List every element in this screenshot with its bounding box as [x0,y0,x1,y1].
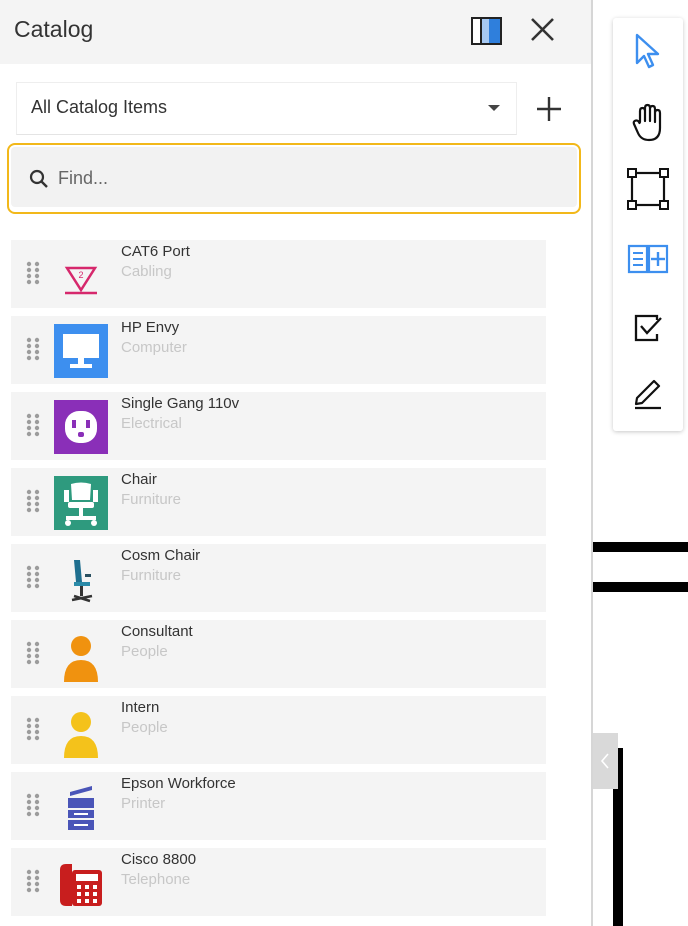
item-category: People [121,719,168,736]
edit-tool-button[interactable] [627,370,669,412]
item-category: Electrical [121,415,182,432]
tool-palette [613,18,683,431]
chevron-left-icon [600,753,609,769]
outlet-icon [54,400,108,454]
wall-line [593,582,688,592]
printer-icon [68,786,94,830]
select-tool-button[interactable] [627,30,669,72]
person-yellow-icon [64,712,98,758]
svg-text:2: 2 [78,270,83,280]
item-category: Furniture [121,567,182,584]
item-name: HP Envy [121,319,180,336]
list-item[interactable]: Single Gang 110v Electrical [11,392,546,460]
rectangle-tool-button[interactable] [627,168,669,210]
item-name: Epson Workforce [121,775,236,792]
monitor-icon [54,324,108,378]
panel-header: Catalog [0,0,591,64]
item-category: Cabling [121,263,172,280]
close-button[interactable] [526,12,560,48]
person-orange-icon [64,636,98,682]
list-item[interactable]: Epson Workforce Printer [11,772,546,840]
hand-icon [632,103,662,142]
check-square-icon [634,314,662,342]
cursor-icon [635,33,660,69]
drag-handle-icon[interactable] [25,640,41,666]
pencil-icon [634,379,661,410]
drag-handle-icon[interactable] [25,260,41,286]
list-item[interactable]: HP Envy Computer [11,316,546,384]
split-view-button[interactable] [470,15,504,47]
telephone-icon [60,864,102,906]
search-icon [29,169,48,188]
item-category: Furniture [121,491,182,508]
drag-handle-icon[interactable] [25,716,41,742]
list-item[interactable]: Consultant People [11,620,546,688]
book-add-icon [627,244,669,274]
catalog-selector-value: All Catalog Items [31,97,168,117]
item-name: Chair [121,471,157,488]
item-name: Consultant [121,623,193,640]
chair-icon [54,476,108,530]
catalog-tool-button[interactable] [627,238,669,280]
item-name: CAT6 Port [121,243,190,260]
catalog-selector[interactable]: All Catalog Items [16,82,517,135]
item-name: Intern [121,699,160,716]
list-item[interactable]: Intern People [11,696,546,764]
chevron-down-icon [488,105,500,111]
drag-handle-icon[interactable] [25,868,41,894]
item-category: Computer [121,339,187,356]
list-item[interactable]: 2 CAT6 Port Cabling [11,240,546,308]
drag-handle-icon[interactable] [25,792,41,818]
close-icon [531,18,554,41]
office-chair-icon [71,560,93,603]
item-category: Telephone [121,871,191,888]
list-item[interactable]: Chair Furniture [11,468,546,536]
panel-title: Catalog [14,16,94,42]
pan-tool-button[interactable] [627,102,669,144]
plus-icon [537,97,561,121]
checkbox-tool-button[interactable] [627,306,669,348]
drag-handle-icon[interactable] [25,564,41,590]
drag-handle-icon[interactable] [25,336,41,362]
catalog-panel: Catalog All Catalog Items Find... 2 CAT6… [0,0,591,926]
search-input[interactable] [58,162,558,194]
split-view-icon [471,17,502,45]
item-category: People [121,643,168,660]
collapse-panel-button[interactable] [593,733,618,789]
list-item[interactable]: Cosm Chair Furniture [11,544,546,612]
item-name: Single Gang 110v [121,395,240,412]
wall-line [593,542,688,552]
list-item[interactable]: Cisco 8800 Telephone [11,848,546,916]
item-name: Cisco 8800 [121,851,197,868]
drag-handle-icon[interactable] [25,412,41,438]
add-catalog-button[interactable] [530,90,568,128]
cat6-port-icon: 2 [64,266,98,295]
item-name: Cosm Chair [121,547,201,564]
bounding-box-icon [627,168,669,210]
drag-handle-icon[interactable] [25,488,41,514]
item-category: Printer [121,795,166,812]
